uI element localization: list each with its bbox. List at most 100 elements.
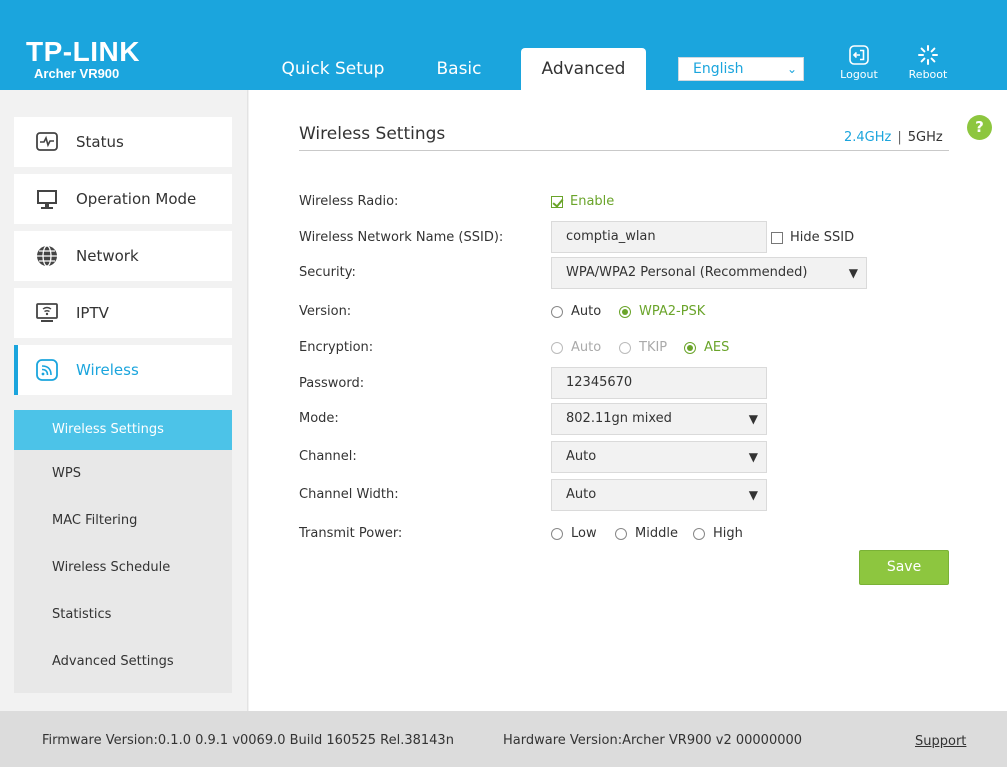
- hide-ssid-checkbox[interactable]: Hide SSID: [771, 230, 854, 245]
- logout-button[interactable]: Logout: [829, 44, 889, 81]
- sidebar-item-label: Status: [76, 133, 124, 151]
- reboot-button[interactable]: Reboot: [898, 44, 958, 81]
- band-5ghz-link[interactable]: 5GHz: [908, 130, 943, 145]
- sidebar: Status Operation Mode Network IPTV Wirel…: [0, 90, 248, 711]
- wireless-submenu: Wireless Settings WPS MAC Filtering Wire…: [14, 410, 232, 693]
- submenu-wireless-schedule[interactable]: Wireless Schedule: [14, 544, 232, 591]
- support-link[interactable]: Support: [915, 734, 966, 749]
- enable-label: Enable: [570, 194, 615, 209]
- sidebar-item-wireless[interactable]: Wireless: [14, 345, 232, 395]
- power-low-radio[interactable]: Low: [551, 526, 597, 541]
- encryption-tkip-radio: TKIP: [619, 340, 667, 355]
- footer: Firmware Version:0.1.0 0.9.1 v0069.0 Bui…: [0, 711, 1007, 767]
- iptv-icon: [34, 300, 60, 326]
- channel-label: Channel:: [299, 449, 357, 464]
- mode-value: 802.11gn mixed: [566, 411, 672, 426]
- sidebar-item-label: IPTV: [76, 304, 109, 322]
- channel-value: Auto: [566, 449, 597, 464]
- radio-icon: [619, 341, 631, 354]
- page-title: Wireless Settings: [299, 124, 446, 144]
- main-panel: [249, 90, 1007, 711]
- top-header: TP-LINK Archer VR900 Quick Setup Basic A…: [0, 0, 1007, 90]
- save-button[interactable]: Save: [859, 550, 949, 585]
- sidebar-item-label: Network: [76, 247, 139, 265]
- caret-down-icon: ▼: [748, 488, 758, 502]
- caret-down-icon: ▼: [848, 266, 858, 280]
- enable-checkbox[interactable]: Enable: [551, 194, 614, 209]
- radio-icon: [551, 305, 563, 318]
- language-select[interactable]: English ⌄: [678, 57, 804, 81]
- checkbox-checked-icon: [551, 195, 563, 208]
- ssid-input[interactable]: comptia_wlan: [551, 221, 767, 253]
- globe-icon: [34, 243, 60, 269]
- radio-label: Middle: [635, 526, 678, 541]
- power-high-radio[interactable]: High: [693, 526, 743, 541]
- version-wpa2-psk-radio[interactable]: WPA2-PSK: [619, 304, 705, 319]
- tab-advanced[interactable]: Advanced: [521, 48, 646, 90]
- radio-icon: [551, 527, 563, 540]
- channel-width-value: Auto: [566, 487, 597, 502]
- model-name: Archer VR900: [34, 66, 120, 81]
- tab-basic[interactable]: Basic: [418, 48, 500, 90]
- radio-icon: [551, 341, 563, 354]
- hardware-version: Hardware Version:Archer VR900 v2 0000000…: [503, 733, 803, 748]
- password-input[interactable]: 12345670: [551, 367, 767, 399]
- encryption-aes-radio[interactable]: AES: [684, 340, 729, 355]
- power-middle-radio[interactable]: Middle: [615, 526, 678, 541]
- security-value: WPA/WPA2 Personal (Recommended): [566, 265, 808, 280]
- channel-select[interactable]: Auto ▼: [551, 441, 767, 473]
- title-divider: [299, 150, 949, 151]
- monitor-icon: [34, 186, 60, 212]
- wireless-radio-label: Wireless Radio:: [299, 194, 399, 209]
- radio-label: High: [713, 526, 743, 541]
- mode-label: Mode:: [299, 411, 339, 426]
- caret-down-icon: ▼: [748, 412, 758, 426]
- firmware-version: Firmware Version:0.1.0 0.9.1 v0069.0 Bui…: [42, 733, 454, 748]
- language-value: English: [693, 61, 744, 77]
- mode-select[interactable]: 802.11gn mixed ▼: [551, 403, 767, 435]
- security-label: Security:: [299, 265, 356, 280]
- submenu-advanced-settings[interactable]: Advanced Settings: [14, 638, 232, 685]
- radio-label: AES: [704, 340, 730, 355]
- radio-icon: [615, 527, 627, 540]
- tab-quick-setup[interactable]: Quick Setup: [270, 48, 396, 90]
- radio-selected-icon: [619, 305, 631, 318]
- encryption-auto-radio: Auto: [551, 340, 601, 355]
- sidebar-item-network[interactable]: Network: [14, 231, 232, 281]
- submenu-wireless-settings[interactable]: Wireless Settings: [14, 410, 232, 450]
- sidebar-item-label: Operation Mode: [76, 190, 197, 208]
- ssid-label: Wireless Network Name (SSID):: [299, 230, 504, 245]
- radio-label: TKIP: [639, 340, 668, 355]
- logo-text: TP-LINK: [26, 36, 140, 67]
- sidebar-item-operation-mode[interactable]: Operation Mode: [14, 174, 232, 224]
- encryption-label: Encryption:: [299, 340, 374, 355]
- radio-label: Auto: [571, 304, 602, 319]
- logout-label: Logout: [840, 68, 878, 81]
- version-auto-radio[interactable]: Auto: [551, 304, 601, 319]
- channel-width-select[interactable]: Auto ▼: [551, 479, 767, 511]
- submenu-statistics[interactable]: Statistics: [14, 591, 232, 638]
- band-switch: 2.4GHz | 5GHz: [844, 130, 943, 145]
- reboot-icon: [918, 45, 938, 65]
- radio-selected-icon: [684, 341, 696, 354]
- radio-label: Low: [571, 526, 597, 541]
- radio-label: WPA2-PSK: [639, 304, 706, 319]
- radio-label: Auto: [571, 340, 602, 355]
- help-icon[interactable]: ?: [967, 115, 992, 140]
- band-24ghz-link[interactable]: 2.4GHz: [844, 130, 891, 145]
- channel-width-label: Channel Width:: [299, 487, 399, 502]
- status-icon: [34, 129, 60, 155]
- transmit-power-label: Transmit Power:: [299, 526, 403, 541]
- brand-logo: TP-LINK Archer VR900: [26, 38, 140, 82]
- sidebar-item-iptv[interactable]: IPTV: [14, 288, 232, 338]
- radio-icon: [693, 527, 705, 540]
- password-label: Password:: [299, 376, 365, 391]
- reboot-label: Reboot: [908, 68, 948, 81]
- submenu-mac-filtering[interactable]: MAC Filtering: [14, 497, 232, 544]
- sidebar-item-status[interactable]: Status: [14, 117, 232, 167]
- security-select[interactable]: WPA/WPA2 Personal (Recommended) ▼: [551, 257, 867, 289]
- submenu-wps[interactable]: WPS: [14, 450, 232, 497]
- hide-ssid-label: Hide SSID: [790, 230, 855, 245]
- band-separator: |: [897, 130, 902, 145]
- chevron-down-icon: ⌄: [786, 62, 797, 76]
